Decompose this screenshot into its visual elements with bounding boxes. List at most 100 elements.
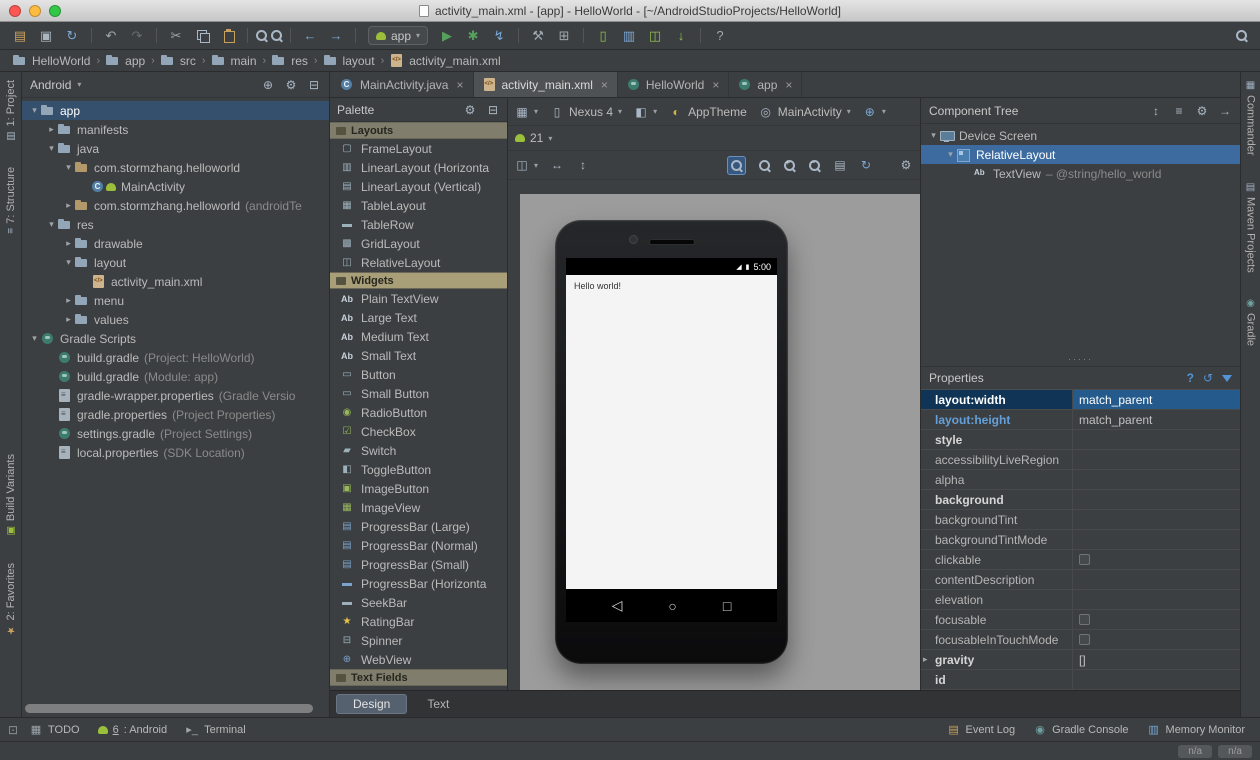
- filter-icon[interactable]: [1222, 375, 1232, 382]
- help-icon[interactable]: ?: [708, 25, 732, 47]
- device-preview[interactable]: ◢ ▮ 5:00 Hello world! ◁: [555, 220, 788, 664]
- palette-section-text-fields[interactable]: Text Fields: [330, 669, 507, 686]
- palette-item-small-button[interactable]: ▭Small Button: [330, 384, 507, 403]
- group-icon[interactable]: ≡: [1172, 104, 1186, 118]
- palette-item-switch[interactable]: ▰Switch: [330, 441, 507, 460]
- breadcrumb-item-app[interactable]: app: [103, 54, 148, 68]
- sort-icon[interactable]: ↕: [1149, 104, 1163, 118]
- avd-manager-icon[interactable]: ▯: [591, 25, 615, 47]
- property-value[interactable]: [1073, 530, 1240, 549]
- property-value[interactable]: match_parent: [1073, 390, 1240, 409]
- design-canvas[interactable]: ◢ ▮ 5:00 Hello world! ◁: [520, 194, 920, 690]
- palette-item-progressbar-normal[interactable]: ▤ProgressBar (Normal): [330, 536, 507, 555]
- undo-icon[interactable]: ↶: [99, 25, 123, 47]
- property-row-accessibilityliveregion[interactable]: accessibilityLiveRegion: [921, 450, 1240, 470]
- tree-arrow-icon[interactable]: ▾: [927, 130, 940, 141]
- property-value[interactable]: match_parent: [1073, 410, 1240, 429]
- tool-button-build-variants[interactable]: ▣ Build Variants: [5, 454, 17, 536]
- palette-item-medium-text[interactable]: AbMedium Text: [330, 327, 507, 346]
- activity-select[interactable]: ◎ MainActivity ▾: [759, 105, 851, 119]
- copy-icon[interactable]: [190, 25, 214, 47]
- android-monitor-icon[interactable]: ▥: [617, 25, 641, 47]
- tree-arrow-icon[interactable]: ▾: [45, 219, 58, 230]
- breadcrumb-item-src[interactable]: src: [158, 54, 199, 68]
- layout-preview[interactable]: Hello world!: [566, 275, 777, 589]
- palette-item-togglebutton[interactable]: ◧ToggleButton: [330, 460, 507, 479]
- tree-item-com-stormzhang-helloworld[interactable]: ▸com.stormzhang.helloworld(androidTe: [22, 196, 329, 215]
- palette-item-linearlayout-horizonta[interactable]: ▥LinearLayout (Horizonta: [330, 158, 507, 177]
- tab-text[interactable]: Text: [411, 694, 465, 714]
- palette-item-tablelayout[interactable]: ▦TableLayout: [330, 196, 507, 215]
- breadcrumb-item-layout[interactable]: layout: [321, 54, 378, 68]
- editor-tab-activity-main-xml[interactable]: activity_main.xml×: [474, 72, 618, 97]
- palette-section-layouts[interactable]: Layouts: [330, 122, 507, 139]
- property-value[interactable]: [1073, 670, 1240, 689]
- palette-item-webview[interactable]: ⊕WebView: [330, 650, 507, 669]
- tool-button-commander[interactable]: ▦ Commander: [1245, 80, 1257, 156]
- theme-select[interactable]: ◐ AppTheme: [669, 105, 747, 119]
- editor-tab-mainactivity-java[interactable]: MainActivity.java×: [332, 72, 474, 97]
- cut-icon[interactable]: ✂: [164, 25, 188, 47]
- device-monitor-icon[interactable]: ◫: [643, 25, 667, 47]
- tree-item-res[interactable]: ▾res: [22, 215, 329, 234]
- refresh-icon[interactable]: ↻: [859, 158, 873, 172]
- preview-doc-icon[interactable]: ▤: [833, 158, 847, 172]
- tree-arrow-icon[interactable]: ▸: [45, 124, 58, 135]
- help-icon[interactable]: ?: [1187, 371, 1194, 385]
- breadcrumb-item-activity-main-xml[interactable]: activity_main.xml: [387, 54, 503, 68]
- tree-item-settings-gradle[interactable]: settings.gradle(Project Settings): [22, 424, 329, 443]
- property-row-gravity[interactable]: ▸gravity[]: [921, 650, 1240, 670]
- palette-item-large-text[interactable]: AbLarge Text: [330, 308, 507, 327]
- orientation-select[interactable]: ◧ ▾: [634, 105, 657, 119]
- property-value[interactable]: [1073, 490, 1240, 509]
- forward-icon[interactable]: →: [324, 25, 348, 47]
- memory-indicator[interactable]: n/a: [1218, 745, 1252, 758]
- save-all-icon[interactable]: ▣: [34, 25, 58, 47]
- design-mode-select[interactable]: ◫ ▾: [515, 158, 538, 172]
- palette-item-framelayout[interactable]: ▢FrameLayout: [330, 139, 507, 158]
- layout-config-select[interactable]: ▦ ▾: [515, 105, 538, 119]
- palette-item-radiobutton[interactable]: ◉RadioButton: [330, 403, 507, 422]
- palette-item-spinner[interactable]: ⊟Spinner: [330, 631, 507, 650]
- tree-arrow-icon[interactable]: ▾: [944, 149, 957, 160]
- redo-icon[interactable]: ↷: [125, 25, 149, 47]
- breadcrumb-item-res[interactable]: res: [269, 54, 311, 68]
- property-row-id[interactable]: id: [921, 670, 1240, 690]
- tree-arrow-icon[interactable]: ▸: [62, 238, 75, 249]
- memory-monitor-button[interactable]: ▥Memory Monitor: [1138, 723, 1254, 737]
- breadcrumb-item-main[interactable]: main: [209, 54, 260, 68]
- property-row-elevation[interactable]: elevation: [921, 590, 1240, 610]
- tree-item-local-properties[interactable]: local.properties(SDK Location): [22, 443, 329, 462]
- palette-item-linearlayout-vertical[interactable]: ▤LinearLayout (Vertical): [330, 177, 507, 196]
- property-row-contentdescription[interactable]: contentDescription: [921, 570, 1240, 590]
- tree-arrow-icon[interactable]: ▾: [62, 162, 75, 173]
- palette-item-progressbar-large[interactable]: ▤ProgressBar (Large): [330, 517, 507, 536]
- tree-arrow-icon[interactable]: ▾: [62, 257, 75, 268]
- palette-item-imageview[interactable]: ▦ImageView: [330, 498, 507, 517]
- paste-icon[interactable]: [216, 25, 240, 47]
- minimize-window-button[interactable]: [29, 5, 41, 17]
- palette-item-progressbar-horizonta[interactable]: ▬ProgressBar (Horizonta: [330, 574, 507, 593]
- project-structure-icon[interactable]: ⚒: [526, 25, 550, 47]
- todo-button[interactable]: ▦TODO: [20, 718, 89, 741]
- settings-gear-icon[interactable]: ⚙: [899, 158, 913, 172]
- android-tool-button[interactable]: 6: Android: [89, 718, 177, 741]
- property-row-alpha[interactable]: alpha: [921, 470, 1240, 490]
- tree-arrow-icon[interactable]: ▾: [45, 143, 58, 154]
- run-config-select[interactable]: app▾: [368, 26, 428, 45]
- palette-item-relativelayout[interactable]: ◫RelativeLayout: [330, 253, 507, 272]
- checkbox[interactable]: [1079, 554, 1090, 565]
- api-level-select[interactable]: 21 ▾: [515, 131, 552, 145]
- zoom-window-button[interactable]: [49, 5, 61, 17]
- property-row-clickable[interactable]: clickable: [921, 550, 1240, 570]
- tool-button-2-favorites[interactable]: ★ 2: Favorites: [5, 563, 17, 635]
- property-value[interactable]: [1073, 610, 1240, 629]
- property-value[interactable]: [1073, 590, 1240, 609]
- close-tab-icon[interactable]: ×: [712, 78, 719, 92]
- property-row-backgroundtint[interactable]: backgroundTint: [921, 510, 1240, 530]
- tree-item-java[interactable]: ▾java: [22, 139, 329, 158]
- debug-icon[interactable]: ✱: [461, 25, 485, 47]
- open-icon[interactable]: ▤: [8, 25, 32, 47]
- property-row-layout-width[interactable]: layout:widthmatch_parent: [921, 390, 1240, 410]
- tree-item-layout[interactable]: ▾layout: [22, 253, 329, 272]
